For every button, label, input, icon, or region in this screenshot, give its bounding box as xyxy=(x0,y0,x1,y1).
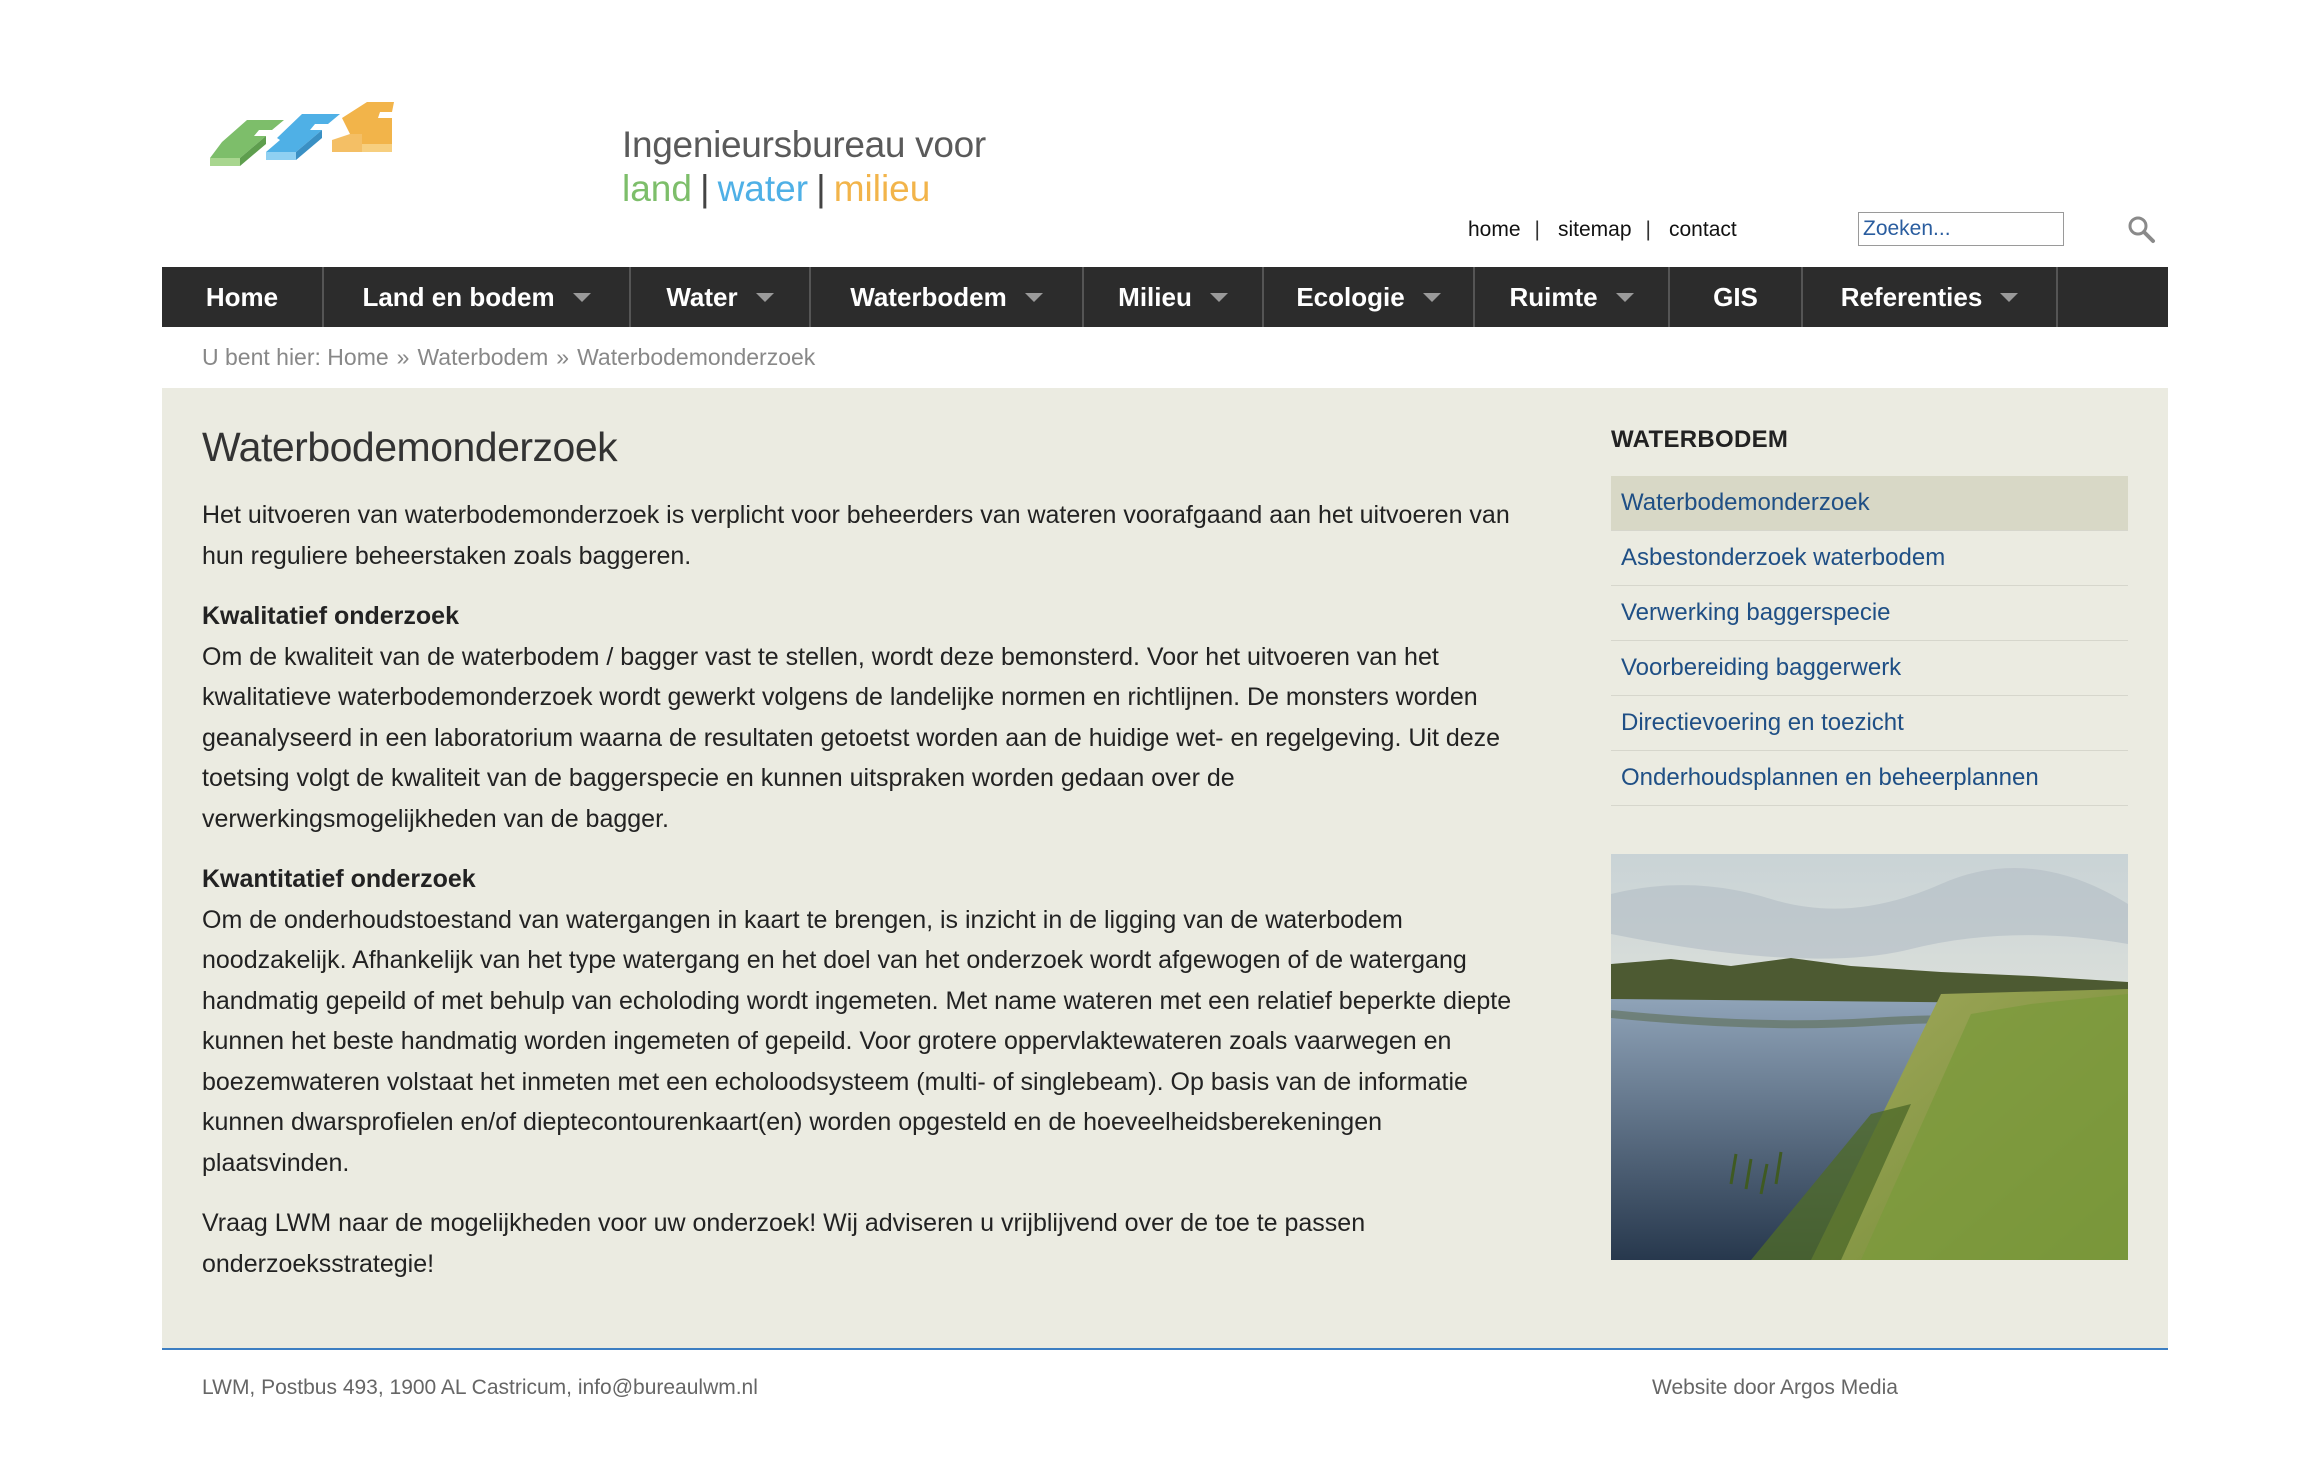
brand-land: land xyxy=(622,168,692,209)
nav-item-water[interactable]: Water xyxy=(631,267,811,327)
nav-item-label: Waterbodem xyxy=(850,281,1007,312)
section-text: Om de onderhoudstoestand van watergangen… xyxy=(202,905,1512,1177)
section-heading: Kwantitatief onderzoek xyxy=(202,865,476,893)
topnav-separator: | xyxy=(1645,218,1651,241)
nav-item-waterbodem[interactable]: Waterbodem xyxy=(811,267,1084,327)
sidebar: WATERBODEM Waterbodemonderzoek Asbestond… xyxy=(1611,426,2128,1260)
topnav-sitemap-link[interactable]: sitemap xyxy=(1558,218,1632,241)
nav-item-ruimte[interactable]: Ruimte xyxy=(1475,267,1670,327)
search-icon[interactable] xyxy=(2126,214,2156,244)
sidebar-item-voorbereiding-baggerwerk[interactable]: Voorbereiding baggerwerk xyxy=(1611,641,2128,696)
nav-item-label: Home xyxy=(205,281,279,312)
nav-item-label: Ecologie xyxy=(1296,281,1405,312)
brand-title: Ingenieursbureau voor xyxy=(622,124,986,165)
breadcrumb-waterbodem-link[interactable]: Waterbodem xyxy=(417,344,548,370)
nav-item-gis[interactable]: GIS xyxy=(1670,267,1803,327)
topnav-separator: | xyxy=(1534,218,1540,241)
sidebar-item-onderhoudsplannen[interactable]: Onderhoudsplannen en beheerplannen xyxy=(1611,751,2128,806)
nav-item-label: GIS xyxy=(1713,281,1758,312)
landscape-photo xyxy=(1611,854,2128,1260)
caret-down-icon xyxy=(1024,292,1043,302)
nav-item-home[interactable]: Home xyxy=(162,267,324,327)
intro-paragraph: Het uitvoeren van waterbodemonderzoek is… xyxy=(202,501,1510,570)
breadcrumb-home-link[interactable]: Home xyxy=(327,344,388,370)
nav-item-label: Milieu xyxy=(1118,281,1192,312)
brand-separator: | xyxy=(816,168,826,209)
breadcrumb-prefix: U bent hier: xyxy=(202,344,321,370)
nav-item-ecologie[interactable]: Ecologie xyxy=(1264,267,1475,327)
breadcrumb-separator: » xyxy=(556,344,570,370)
content-area: Waterbodemonderzoek Het uitvoeren van wa… xyxy=(162,388,2168,1350)
footer-address: LWM, Postbus 493, 1900 AL Castricum, inf… xyxy=(202,1376,758,1399)
brand-text: Ingenieursbureau voor land | water | milieu xyxy=(622,124,986,210)
page-title: Waterbodemonderzoek xyxy=(202,424,618,470)
sidebar-menu: Waterbodemonderzoek Asbestonderzoek wate… xyxy=(1611,476,2128,806)
section-kwalitatief: Kwalitatief onderzoek Om de kwaliteit va… xyxy=(202,596,1512,839)
main-navigation: Home Land en bodem Water Waterbodem Mili… xyxy=(162,267,2168,327)
utility-nav: home | sitemap | contact xyxy=(1468,218,1737,242)
brand-separator: | xyxy=(699,168,710,209)
caret-down-icon xyxy=(1422,292,1441,302)
brand-milieu: milieu xyxy=(833,168,931,209)
topnav-home-link[interactable]: home xyxy=(1468,218,1521,241)
nav-item-milieu[interactable]: Milieu xyxy=(1084,267,1264,327)
caret-down-icon xyxy=(2000,292,2019,302)
nav-item-referenties[interactable]: Referenties xyxy=(1803,267,2058,327)
sidebar-heading: WATERBODEM xyxy=(1611,426,1789,453)
search-input[interactable] xyxy=(1858,212,2064,246)
caret-down-icon xyxy=(755,292,774,302)
breadcrumb-separator: » xyxy=(396,344,410,370)
section-text: Om de kwaliteit van de waterbodem / bagg… xyxy=(202,642,1501,833)
company-logo[interactable] xyxy=(202,58,602,226)
caret-down-icon xyxy=(572,292,591,302)
section-heading: Kwalitatief onderzoek xyxy=(202,602,459,630)
nav-item-label: Ruimte xyxy=(1509,281,1598,312)
site-header: Ingenieursbureau voor land | water | milieu … xyxy=(0,0,2318,268)
nav-item-land-en-bodem[interactable]: Land en bodem xyxy=(324,267,631,327)
caret-down-icon xyxy=(1209,292,1228,302)
brand-subtitle: land | water | milieu xyxy=(622,168,986,210)
sidebar-item-asbestonderzoek[interactable]: Asbestonderzoek waterbodem xyxy=(1611,531,2128,586)
main-article: Waterbodemonderzoek Het uitvoeren van wa… xyxy=(202,424,1512,1304)
sidebar-item-verwerking-baggerspecie[interactable]: Verwerking baggerspecie xyxy=(1611,586,2128,641)
footer-credit: Website door Argos Media xyxy=(1652,1376,1898,1400)
closing-paragraph: Vraag LWM naar de mogelijkheden voor uw … xyxy=(202,1209,1366,1278)
footer-credit-link[interactable]: Website door Argos Media xyxy=(1652,1376,1898,1399)
caret-down-icon xyxy=(1615,292,1634,302)
nav-item-label: Land en bodem xyxy=(362,281,555,312)
sidebar-item-waterbodemonderzoek[interactable]: Waterbodemonderzoek xyxy=(1611,476,2128,531)
section-kwantitatief: Kwantitatief onderzoek Om de onderhoudst… xyxy=(202,859,1512,1183)
topnav-contact-link[interactable]: contact xyxy=(1669,218,1737,241)
breadcrumb-current: Waterbodemonderzoek xyxy=(577,344,816,370)
brand-water: water xyxy=(717,168,809,209)
breadcrumb: U bent hier: Home » Waterbodem » Waterbodemo… xyxy=(202,344,815,371)
nav-item-label: Referenties xyxy=(1840,281,1983,312)
nav-item-label: Water xyxy=(666,281,738,312)
sidebar-item-directievoering[interactable]: Directievoering en toezicht xyxy=(1611,696,2128,751)
